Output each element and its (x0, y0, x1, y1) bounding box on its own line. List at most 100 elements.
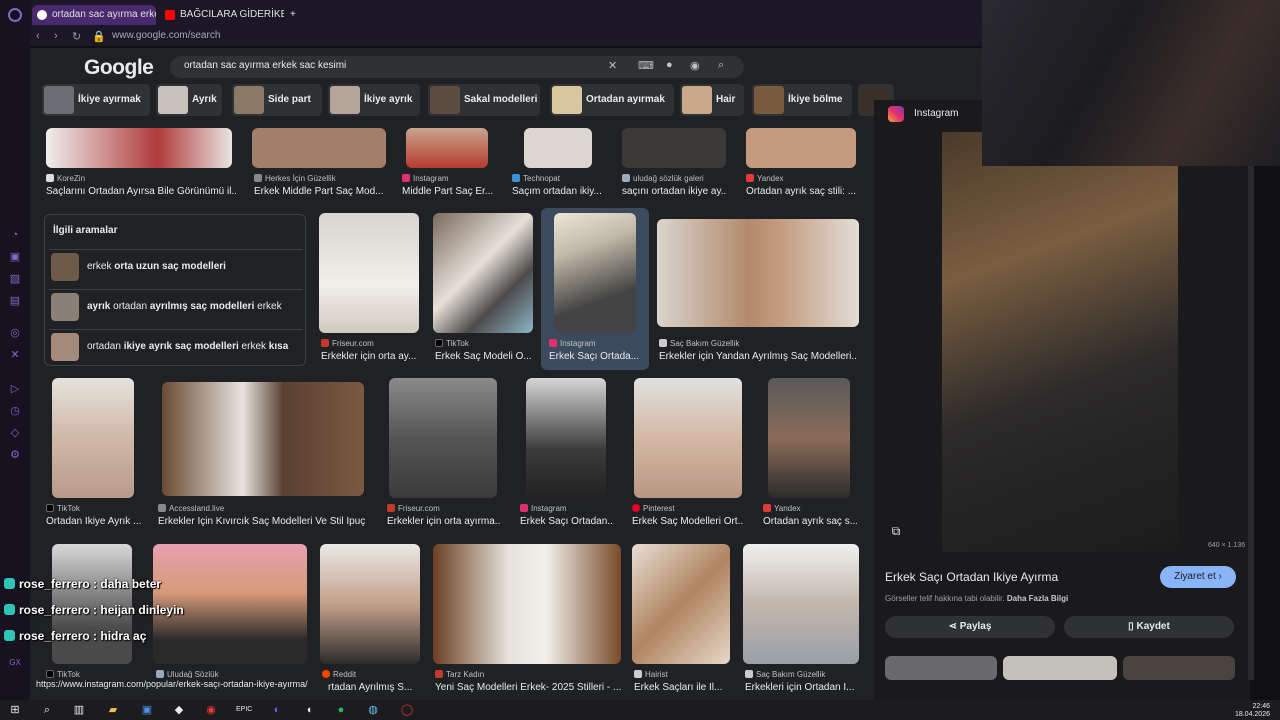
result-title[interactable]: saçını ortadan ikiye ay... (622, 186, 726, 197)
result-title[interactable]: Saçlarını Ortadan Ayırsa Bile Görünümü i… (46, 186, 236, 197)
tab-google-search[interactable]: ortadan sac ayırma erkek s (32, 5, 156, 25)
result-title[interactable]: Erkekleri için Ortadan İ... (745, 682, 857, 693)
chip[interactable]: Hair (680, 84, 744, 116)
visit-button[interactable]: Ziyaret et › (1160, 566, 1236, 588)
result-image[interactable] (622, 128, 726, 168)
preview-image[interactable] (942, 132, 1178, 552)
task-view-icon[interactable]: ▥ (72, 703, 86, 717)
result-image[interactable] (554, 213, 636, 333)
related-image[interactable] (885, 656, 997, 680)
crypto-wallet-icon[interactable]: ▣ (8, 250, 22, 264)
chip[interactable]: İkiye ayırmak (42, 84, 150, 116)
messenger-icon[interactable]: ▨ (8, 272, 22, 286)
result-image[interactable] (46, 128, 232, 168)
back-icon[interactable]: ‹ (36, 30, 40, 42)
x-twitter-icon[interactable]: ✕ (8, 348, 22, 362)
search-input[interactable]: ortadan sac ayırma erkek sac kesimi (184, 60, 346, 71)
instagram-icon[interactable]: ◎ (8, 326, 22, 340)
search-box[interactable]: ortadan sac ayırma erkek sac kesimi ✕ ⌨ … (170, 56, 744, 78)
app-icon[interactable]: ▣ (140, 703, 154, 717)
result-title[interactable]: rtadan Ayrılmış S... (328, 682, 428, 693)
related-item[interactable]: ayrık ortadan ayrılmış saç modelleri erk… (49, 289, 303, 323)
chip[interactable]: Sakal modelleri (428, 84, 540, 116)
history-icon[interactable]: ◷ (8, 404, 22, 418)
result-image[interactable] (526, 378, 606, 498)
result-title[interactable]: Saçım ortadan ikiy... (512, 186, 604, 197)
result-title[interactable]: Erkek Saç Modeli O... (435, 351, 533, 362)
aria-icon[interactable]: ◔ (8, 228, 22, 242)
result-image[interactable] (768, 378, 850, 498)
settings-icon[interactable]: ⚙ (8, 448, 22, 462)
result-image[interactable] (252, 128, 386, 168)
gx-icon[interactable]: GX (8, 656, 22, 670)
forward-icon[interactable]: › (54, 30, 58, 42)
player-icon[interactable]: ▷ (8, 382, 22, 396)
keyboard-icon[interactable]: ⌨ (638, 59, 654, 72)
spotify-icon[interactable]: ● (334, 703, 348, 717)
file-explorer-icon[interactable]: ▰ (106, 703, 120, 717)
result-image[interactable] (52, 378, 134, 498)
microphone-icon[interactable]: ● (666, 59, 673, 71)
result-title[interactable]: Erkekler için orta ay... (321, 351, 419, 362)
result-title[interactable]: Erkek Saçları ile İl... (634, 682, 730, 693)
preview-title[interactable]: Erkek Saçı Ortadan Ikiye Ayırma (885, 570, 1058, 584)
url-text[interactable]: www.google.com/search (112, 30, 220, 41)
chip[interactable]: Ayrık (156, 84, 222, 116)
panel-source[interactable]: Instagram (914, 108, 958, 119)
tab-youtube[interactable]: BAĞCILARA GİDERİKEN (160, 5, 284, 25)
pinboard-icon[interactable]: ◇ (8, 426, 22, 440)
google-logo[interactable]: Google (84, 56, 154, 80)
epic-games-icon[interactable]: EPIC (236, 703, 252, 717)
result-image[interactable] (406, 128, 488, 168)
result-title[interactable]: Erkekler için Yandan Ayrılmış Saç Modell… (659, 351, 857, 362)
clear-icon[interactable]: ✕ (608, 59, 617, 72)
result-image[interactable] (320, 544, 420, 664)
search-icon[interactable]: ⌕ (718, 59, 724, 72)
panel-scrollbar[interactable] (1248, 100, 1254, 680)
search-icon[interactable]: ⌕ (40, 703, 54, 717)
related-item[interactable]: erkek orta uzun saç modelleri (49, 249, 303, 283)
related-image[interactable] (1123, 656, 1235, 680)
result-title[interactable]: Middle Part Saç Er... (402, 186, 494, 197)
result-title[interactable]: Yeni Saç Modelleri Erkek- 2025 Stilleri … (435, 682, 621, 693)
chip[interactable]: İkiye ayrık (328, 84, 420, 116)
reload-icon[interactable]: ↻ (72, 30, 81, 43)
result-title[interactable]: Erkek Saç Modelleri Ort... (632, 516, 744, 527)
app-icon[interactable]: ◆ (172, 703, 186, 717)
discord-icon[interactable]: ◐ (270, 703, 284, 717)
chip[interactable]: Side part (232, 84, 322, 116)
result-image[interactable] (433, 213, 533, 333)
related-image[interactable] (1003, 656, 1117, 680)
save-button[interactable]: ▯ Kaydet (1064, 616, 1234, 638)
result-title[interactable]: Erkekler İçin Kıvırcık Saç Modelleri Ve … (158, 516, 366, 527)
result-image[interactable] (524, 128, 592, 168)
lens-icon[interactable]: ◉ (690, 59, 700, 72)
result-image[interactable] (746, 128, 856, 168)
obs-icon[interactable]: ◉ (204, 703, 218, 717)
opera-logo-icon[interactable] (8, 8, 22, 22)
result-image[interactable] (743, 544, 859, 664)
result-image[interactable] (319, 213, 419, 333)
result-title[interactable]: Ortadan ayrık saç s... (763, 516, 857, 527)
opera-gx-icon[interactable]: ◯ (400, 703, 414, 717)
system-clock[interactable]: 22:46 18.04.2026 (1235, 703, 1270, 719)
result-image[interactable] (632, 544, 730, 664)
learn-more-link[interactable]: Daha Fazla Bilgi (1007, 594, 1068, 603)
chip[interactable]: İkiye bölme (752, 84, 852, 116)
share-button[interactable]: ⋖ Paylaş (885, 616, 1055, 638)
new-tab-button[interactable]: + (286, 5, 302, 25)
music-player-icon[interactable]: ▤ (8, 294, 22, 308)
windows-start-icon[interactable]: ⊞ (8, 703, 22, 717)
result-image[interactable] (657, 219, 859, 327)
result-image[interactable] (389, 378, 497, 498)
result-title[interactable]: Erkekler için orta ayırma... (387, 516, 501, 527)
related-item[interactable]: ortadan ikiye ayrık saç modelleri erkek … (49, 329, 303, 363)
lens-search-icon[interactable]: ⧉ (888, 524, 904, 540)
steam-icon[interactable]: ◍ (366, 703, 380, 717)
result-image[interactable] (162, 382, 364, 496)
result-image[interactable] (433, 544, 621, 664)
chip[interactable]: Ortadan ayırmak (550, 84, 674, 116)
result-title[interactable]: Erkek Saçı Ortada... (549, 351, 639, 362)
app-icon[interactable]: ◖ (302, 703, 316, 717)
result-image[interactable] (634, 378, 742, 498)
